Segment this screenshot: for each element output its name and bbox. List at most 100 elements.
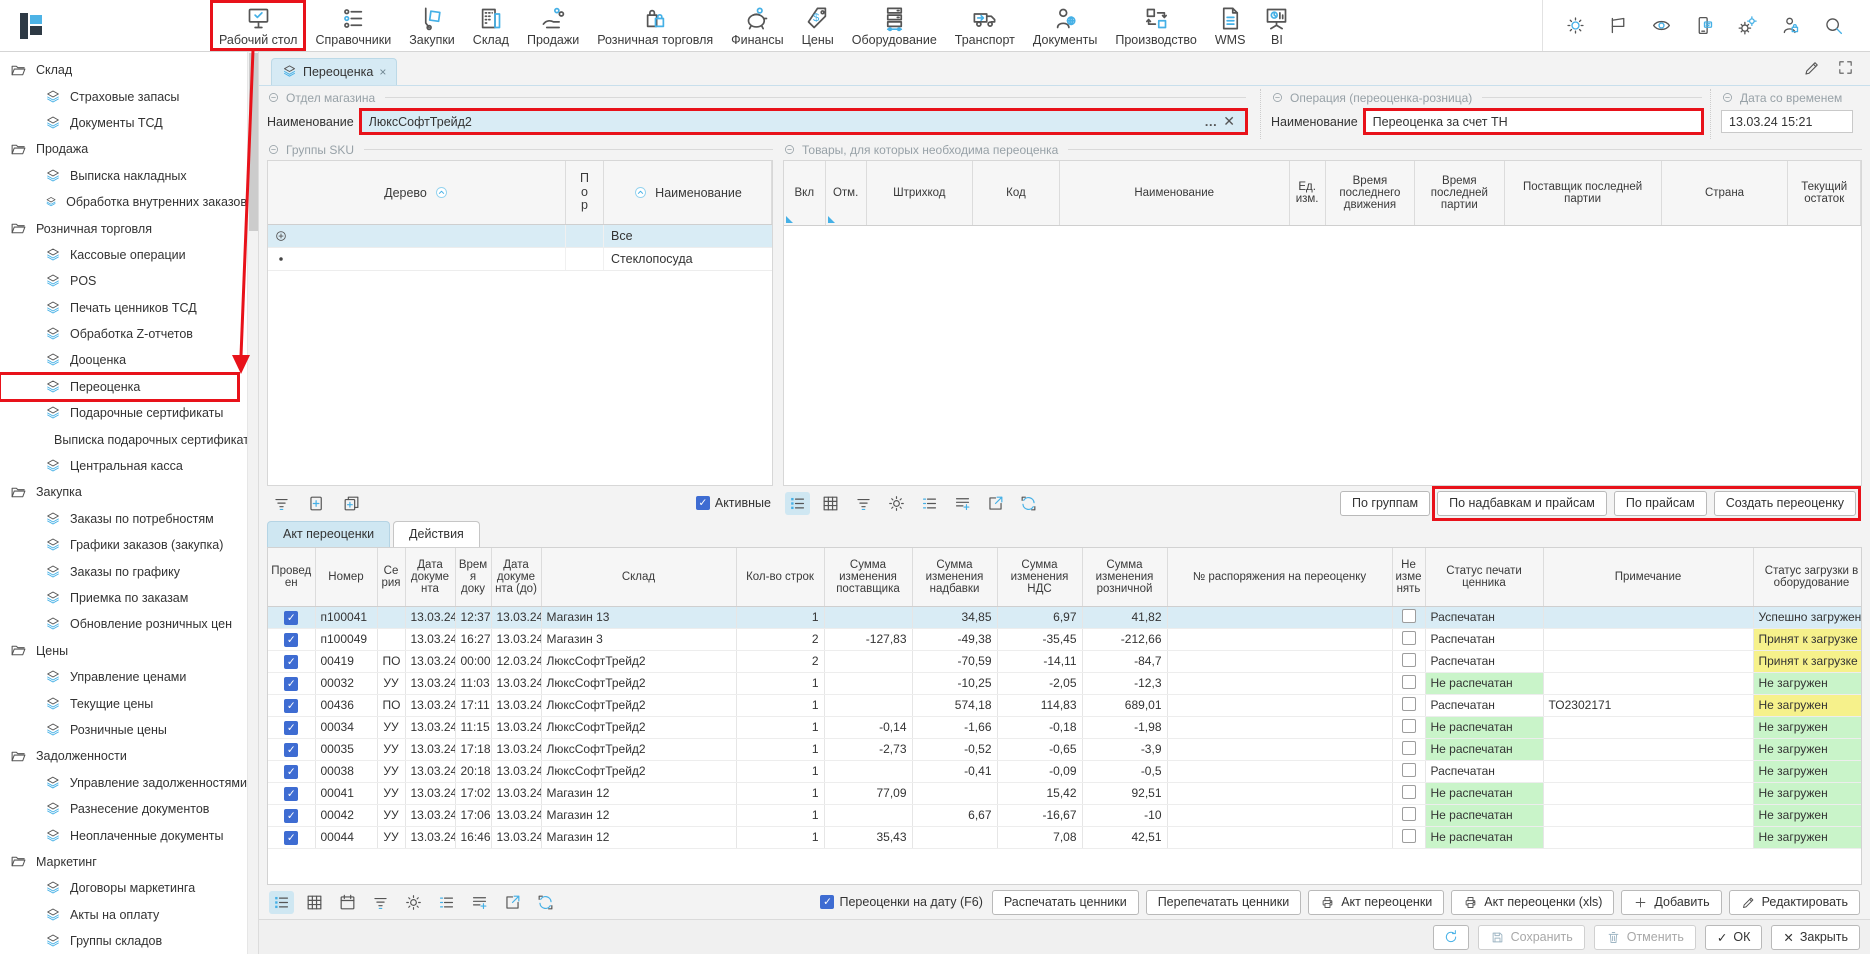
- user-lock-icon[interactable]: [1780, 15, 1801, 36]
- acts-col-9[interactable]: Сумма изменения надбавки: [912, 548, 997, 606]
- sidebar-item-2-3[interactable]: Обработка Z-отчетов: [0, 321, 247, 347]
- acts-row-0[interactable]: ✓п10004113.03.2412:3713.03.24Магазин 131…: [268, 606, 1862, 628]
- bottom-button-0[interactable]: Распечатать ценники: [992, 890, 1139, 915]
- collapse-icon[interactable]: [1721, 91, 1734, 104]
- top-nav-documents[interactable]: Документы: [1024, 0, 1106, 51]
- acts-row-10[interactable]: ✓00044УУ13.03.2416:4613.03.24Магазин 121…: [268, 826, 1862, 848]
- reload-icon[interactable]: [1016, 492, 1041, 515]
- sidebar-item-4-1[interactable]: Текущие цены: [0, 690, 247, 716]
- sku-row-0[interactable]: Все: [268, 225, 772, 248]
- collapse-icon[interactable]: [783, 143, 796, 156]
- date-filter[interactable]: ✓Переоценки на дату (F6): [820, 895, 982, 909]
- acts-col-11[interactable]: Сумма изменения розничной: [1082, 548, 1167, 606]
- edit-pencil-icon[interactable]: [1803, 59, 1821, 77]
- numbered-list-icon[interactable]: [917, 492, 942, 515]
- goods-col-3[interactable]: Код: [972, 161, 1059, 225]
- proved-checkbox[interactable]: ✓: [268, 738, 315, 760]
- sidebar-item-2-2[interactable]: Печать ценников ТСД: [0, 295, 247, 321]
- tab-close-icon[interactable]: ×: [379, 65, 386, 79]
- sidebar-item-4-2[interactable]: Розничные цены: [0, 717, 247, 743]
- add-item-icon[interactable]: [304, 492, 329, 515]
- acts-col-3[interactable]: Дата документа: [405, 548, 455, 606]
- sidebar-item-2-7[interactable]: Выписка подарочных сертификатов: [0, 426, 247, 452]
- sku-col-name[interactable]: Наименование: [604, 161, 772, 224]
- sidebar-item-2-5[interactable]: Переоценка: [0, 374, 238, 400]
- dept-name-input[interactable]: ЛюксСофтТрейд2 … ✕: [361, 110, 1246, 133]
- top-nav-finance[interactable]: Финансы: [722, 0, 792, 51]
- settings-gears-icon[interactable]: [1737, 15, 1758, 36]
- export-icon[interactable]: [983, 492, 1008, 515]
- acts-col-10[interactable]: Сумма изменения НДС: [997, 548, 1082, 606]
- bottom-button-2[interactable]: Акт переоценки: [1308, 890, 1444, 915]
- no-change-checkbox[interactable]: [1392, 760, 1425, 782]
- datetime-input[interactable]: 13.03.24 15:21: [1721, 110, 1853, 133]
- top-nav-retail[interactable]: Розничная торговля: [588, 0, 722, 51]
- top-nav-sales[interactable]: Продажи: [518, 0, 588, 51]
- acts-col-1[interactable]: Номер: [315, 548, 377, 606]
- sidebar-item-0-1[interactable]: Документы ТСД: [0, 110, 247, 136]
- bottom-button-4[interactable]: Добавить: [1621, 890, 1721, 915]
- top-nav-warehouse[interactable]: Склад: [464, 0, 518, 51]
- sidebar-item-0-0[interactable]: Страховые запасы: [0, 83, 247, 109]
- top-nav-desktop[interactable]: Рабочий стол: [210, 0, 306, 51]
- sku-col-por[interactable]: Пор: [566, 161, 604, 224]
- sidebar-item-3-0[interactable]: Заказы по потребностям: [0, 506, 247, 532]
- grid-view-icon[interactable]: [302, 891, 327, 914]
- sidebar-group-6[interactable]: Маркетинг: [0, 849, 247, 875]
- goods-col-5[interactable]: Ед. изм.: [1289, 161, 1325, 225]
- acts-col-13[interactable]: Не изменять: [1392, 548, 1425, 606]
- acts-row-2[interactable]: ✓00419ПО13.03.2400:0012.03.24ЛюксСофтТре…: [268, 650, 1862, 672]
- sidebar-item-6-0[interactable]: Договоры маркетинга: [0, 875, 247, 901]
- proved-checkbox[interactable]: ✓: [268, 628, 315, 650]
- sidebar-item-3-4[interactable]: Обновление розничных цен: [0, 611, 247, 637]
- no-change-checkbox[interactable]: [1392, 782, 1425, 804]
- acts-tab-1[interactable]: Действия: [393, 521, 480, 547]
- acts-col-16[interactable]: Статус загрузки в оборудование: [1753, 548, 1862, 606]
- reload-icon[interactable]: [533, 891, 558, 914]
- grid-view-icon[interactable]: [818, 492, 843, 515]
- sidebar-scrollbar[interactable]: [247, 52, 258, 954]
- goods-action-button-2[interactable]: Создать переоценку: [1714, 491, 1856, 516]
- no-change-checkbox[interactable]: [1392, 826, 1425, 848]
- sku-row-1[interactable]: Стеклопосуда: [268, 248, 772, 271]
- acts-row-5[interactable]: ✓00034УУ13.03.2411:1513.03.24ЛюксСофтТре…: [268, 716, 1862, 738]
- calendar-icon[interactable]: [335, 891, 360, 914]
- sidebar-item-2-4[interactable]: Дооценка: [0, 347, 247, 373]
- sidebar-item-5-0[interactable]: Управление задолженностями: [0, 770, 247, 796]
- search-icon[interactable]: [1823, 15, 1844, 36]
- ok-button[interactable]: ✓ОК: [1705, 925, 1763, 950]
- acts-col-2[interactable]: Серия: [377, 548, 405, 606]
- sidebar-item-5-1[interactable]: Разнесение документов: [0, 796, 247, 822]
- tab-pereocenka[interactable]: Переоценка ×: [271, 58, 397, 85]
- gear-icon[interactable]: [884, 492, 909, 515]
- goods-col-10[interactable]: Текущий остаток: [1788, 161, 1861, 225]
- top-nav-truck[interactable]: Транспорт: [946, 0, 1024, 51]
- filter-icon[interactable]: [851, 492, 876, 515]
- top-nav-directory[interactable]: Справочники: [306, 0, 400, 51]
- sidebar-item-6-2[interactable]: Группы складов: [0, 928, 247, 954]
- sidebar-group-4[interactable]: Цены: [0, 638, 247, 664]
- acts-row-1[interactable]: ✓п10004913.03.2416:2713.03.24Магазин 32-…: [268, 628, 1862, 650]
- active-checkbox[interactable]: ✓: [696, 496, 710, 510]
- sidebar-group-2[interactable]: Розничная торговля: [0, 215, 247, 241]
- no-change-checkbox[interactable]: [1392, 716, 1425, 738]
- no-change-checkbox[interactable]: [1392, 672, 1425, 694]
- sidebar-item-2-6[interactable]: Подарочные сертификаты: [0, 400, 247, 426]
- proved-checkbox[interactable]: ✓: [268, 606, 315, 628]
- acts-row-6[interactable]: ✓00035УУ13.03.2417:1813.03.24ЛюксСофтТре…: [268, 738, 1862, 760]
- date-filter-checkbox[interactable]: ✓: [820, 895, 834, 909]
- collapse-icon[interactable]: [267, 91, 280, 104]
- acts-row-8[interactable]: ✓00041УУ13.03.2417:0213.03.24Магазин 121…: [268, 782, 1862, 804]
- goods-col-2[interactable]: Штрихкод: [866, 161, 972, 225]
- goods-col-8[interactable]: Поставщик последней партии: [1504, 161, 1661, 225]
- sidebar-item-3-3[interactable]: Приемка по заказам: [0, 585, 247, 611]
- top-nav-production[interactable]: Производство: [1106, 0, 1206, 51]
- bottom-button-3[interactable]: Акт переоценки (xls): [1451, 890, 1614, 915]
- top-nav-pricetag[interactable]: $Цены: [793, 0, 843, 51]
- save-button[interactable]: Сохранить: [1478, 925, 1585, 950]
- numbered-list-icon[interactable]: [434, 891, 459, 914]
- gear-icon[interactable]: [401, 891, 426, 914]
- acts-row-3[interactable]: ✓00032УУ13.03.2411:0313.03.24ЛюксСофтТре…: [268, 672, 1862, 694]
- brightness-icon[interactable]: [1565, 15, 1586, 36]
- proved-checkbox[interactable]: ✓: [268, 804, 315, 826]
